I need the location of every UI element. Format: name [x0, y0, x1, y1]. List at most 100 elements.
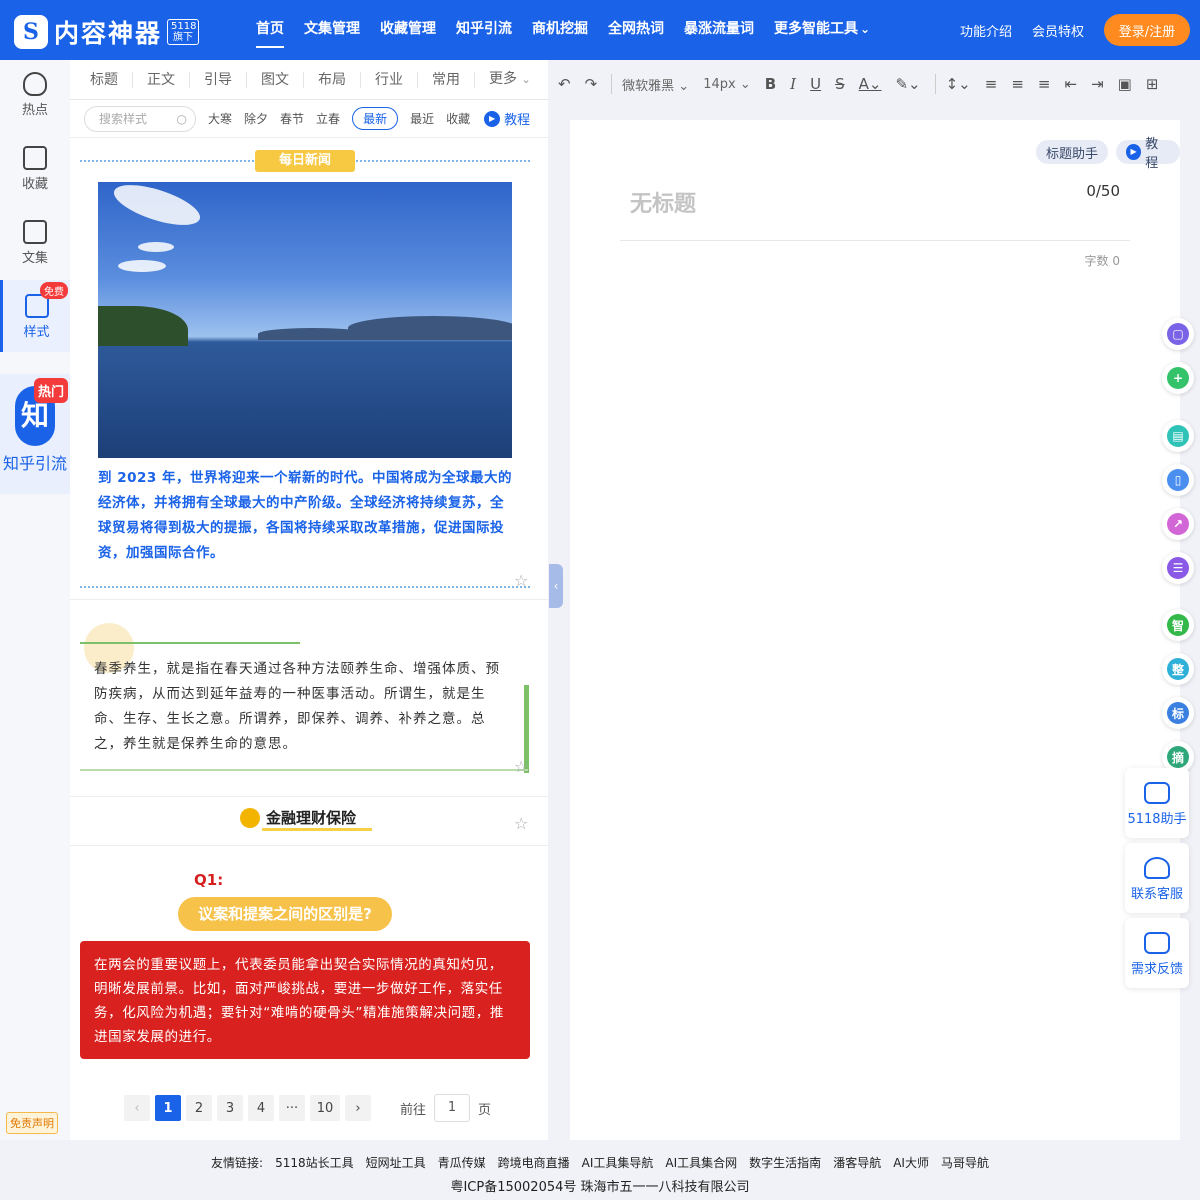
nav-zhihu[interactable]: 知乎引流	[456, 0, 512, 60]
tutorial-link[interactable]: ▶ 教程	[484, 109, 530, 128]
export-float-icon[interactable]: ↗	[1162, 508, 1194, 540]
tab-image-text[interactable]: 图文	[247, 71, 304, 88]
font-family-select[interactable]: 微软雅黑 ⌄	[622, 75, 689, 94]
font-size-select[interactable]: 14px ⌄	[703, 77, 751, 92]
customer-service-card[interactable]: 联系客服	[1125, 843, 1189, 913]
list-float-icon[interactable]: ☰	[1162, 552, 1194, 584]
filter-chuxi[interactable]: 除夕	[244, 110, 268, 127]
new-doc-float-icon[interactable]: +	[1162, 362, 1194, 394]
save-float-icon[interactable]: ▢	[1162, 318, 1194, 350]
italic-icon[interactable]: I	[790, 75, 796, 93]
redo-icon[interactable]: ↷	[585, 75, 598, 93]
feedback-card[interactable]: 需求反馈	[1125, 918, 1189, 988]
strikethrough-icon[interactable]: S	[835, 75, 845, 93]
outdent-icon[interactable]: ⇤	[1064, 75, 1077, 93]
tab-body[interactable]: 正文	[133, 71, 190, 88]
filter-chunjie[interactable]: 春节	[280, 110, 304, 127]
zhihu-promo[interactable]: 热门 知 知乎引流	[0, 374, 70, 494]
style-search-input[interactable]: 搜索样式 ○	[84, 105, 196, 132]
page-ellipsis[interactable]: ···	[279, 1095, 305, 1121]
font-color-icon[interactable]: A⌄	[859, 75, 882, 93]
style-card-finance[interactable]: 金融理财保险 ☆	[70, 798, 548, 846]
smart-float-icon[interactable]: 智	[1162, 609, 1194, 641]
login-button[interactable]: 登录/注册	[1104, 14, 1190, 46]
align-left-icon[interactable]: ≡	[985, 75, 998, 93]
footer-link[interactable]: 数字生活指南	[749, 1154, 821, 1171]
filter-latest[interactable]: 最新	[352, 107, 399, 130]
align-right-icon[interactable]: ≡	[1038, 75, 1051, 93]
sidebar-item-styles[interactable]: 免费 样式	[0, 280, 70, 352]
goto-page-input[interactable]: 1	[434, 1094, 471, 1122]
filter-recent[interactable]: 最近	[410, 110, 434, 127]
tab-more[interactable]: 更多 ⌄	[475, 71, 545, 88]
nav-home[interactable]: 首页	[256, 0, 284, 60]
footer-link[interactable]: AI工具集合网	[665, 1154, 737, 1171]
editor-area[interactable]: 标题助手 ▶ 教程 无标题 0/50 字数 0	[570, 120, 1180, 1140]
filter-lichun[interactable]: 立春	[316, 110, 340, 127]
page-3[interactable]: 3	[217, 1095, 243, 1121]
assistant-card[interactable]: 5118助手	[1125, 768, 1189, 838]
title-helper-button[interactable]: 标题助手	[1036, 140, 1109, 164]
tab-industry[interactable]: 行业	[361, 71, 418, 88]
style-card-daily-news[interactable]: 每日新闻 到 2023 年，世界将迎来一个崭新的时代。中国将成为全球最大的经济体…	[70, 140, 548, 600]
star-icon[interactable]: ☆	[514, 571, 528, 590]
star-icon[interactable]: ☆	[514, 814, 528, 833]
sidebar-item-collections[interactable]: 文集	[0, 220, 70, 276]
next-page-button[interactable]: ›	[345, 1095, 371, 1121]
tab-title[interactable]: 标题	[76, 71, 133, 88]
nav-hotwords[interactable]: 全网热词	[608, 0, 664, 60]
footer-link[interactable]: 马哥导航	[941, 1154, 989, 1171]
tab-layout[interactable]: 布局	[304, 71, 361, 88]
footer-link[interactable]: 青瓜传媒	[438, 1154, 486, 1171]
nav-business[interactable]: 商机挖掘	[532, 0, 588, 60]
sidebar-item-hot[interactable]: 热点	[0, 72, 70, 128]
highlight-icon[interactable]: ✎⌄	[895, 75, 920, 93]
icp-info[interactable]: 粤ICP备15002054号 珠海市五一一八科技有限公司	[0, 1176, 1200, 1195]
mobile-float-icon[interactable]: ▯	[1162, 464, 1194, 496]
page-2[interactable]: 2	[186, 1095, 212, 1121]
page-1[interactable]: 1	[155, 1095, 181, 1121]
style-card-qa[interactable]: Q1: 议案和提案之间的区别是? 在两会的重要议题上，代表委员能拿出契合实际情况…	[70, 847, 548, 1077]
footer-link[interactable]: 潘客导航	[833, 1154, 881, 1171]
nav-favorites[interactable]: 收藏管理	[380, 0, 436, 60]
filter-dahan[interactable]: 大寒	[208, 110, 232, 127]
sidebar-item-label: 收藏	[21, 177, 48, 192]
image-icon[interactable]: ▣	[1118, 75, 1132, 93]
footer-link[interactable]: 5118站长工具	[275, 1154, 354, 1171]
nav-collections[interactable]: 文集管理	[304, 0, 360, 60]
underline-icon[interactable]: U	[810, 75, 821, 93]
bold-icon[interactable]: B	[765, 75, 776, 93]
style-card-spring-health[interactable]: 春季养生，就是指在春天通过各种方法颐养生命、增强体质、预防疾病，从而达到延年益寿…	[70, 601, 548, 797]
star-icon[interactable]: ☆	[514, 757, 528, 776]
page-4[interactable]: 4	[248, 1095, 274, 1121]
table-icon[interactable]: ⊞	[1146, 75, 1159, 93]
sidebar-item-favorites[interactable]: 收藏	[0, 146, 70, 202]
line-height-icon[interactable]: ↕⌄	[946, 75, 971, 93]
title-input[interactable]: 无标题	[630, 186, 696, 218]
nav-more-tools[interactable]: 更多智能工具 ⌄	[774, 0, 870, 60]
collapse-panel-handle[interactable]: ‹	[549, 564, 563, 608]
footer-link[interactable]: 短网址工具	[366, 1154, 426, 1171]
prev-page-button[interactable]: ‹	[124, 1095, 150, 1121]
page-10[interactable]: 10	[310, 1095, 340, 1121]
tab-guide[interactable]: 引导	[190, 71, 247, 88]
organize-float-icon[interactable]: 整	[1162, 653, 1194, 685]
tab-common[interactable]: 常用	[418, 71, 475, 88]
footer-link[interactable]: AI大师	[893, 1154, 929, 1171]
footer-link[interactable]: 跨境电商直播	[498, 1154, 570, 1171]
undo-icon[interactable]: ↶	[558, 75, 571, 93]
disclaimer-link[interactable]: 免责声明	[6, 1112, 58, 1134]
title-float-icon[interactable]: 标	[1162, 697, 1194, 729]
filter-favorites[interactable]: 收藏	[446, 110, 470, 127]
logo[interactable]: S 内容神器 5118旗下	[14, 14, 200, 50]
editor-tutorial-button[interactable]: ▶ 教程	[1116, 137, 1180, 171]
logo-s-icon	[1144, 782, 1170, 804]
vip-link[interactable]: 会员特权	[1032, 21, 1084, 40]
features-link[interactable]: 功能介绍	[960, 21, 1012, 40]
clipboard-float-icon[interactable]: ▤	[1162, 420, 1194, 452]
footer-link[interactable]: AI工具集导航	[582, 1154, 654, 1171]
nav-more-label: 更多智能工具	[774, 21, 858, 37]
nav-traffic[interactable]: 暴涨流量词	[684, 0, 754, 60]
align-center-icon[interactable]: ≡	[1011, 75, 1024, 93]
indent-icon[interactable]: ⇥	[1091, 75, 1104, 93]
